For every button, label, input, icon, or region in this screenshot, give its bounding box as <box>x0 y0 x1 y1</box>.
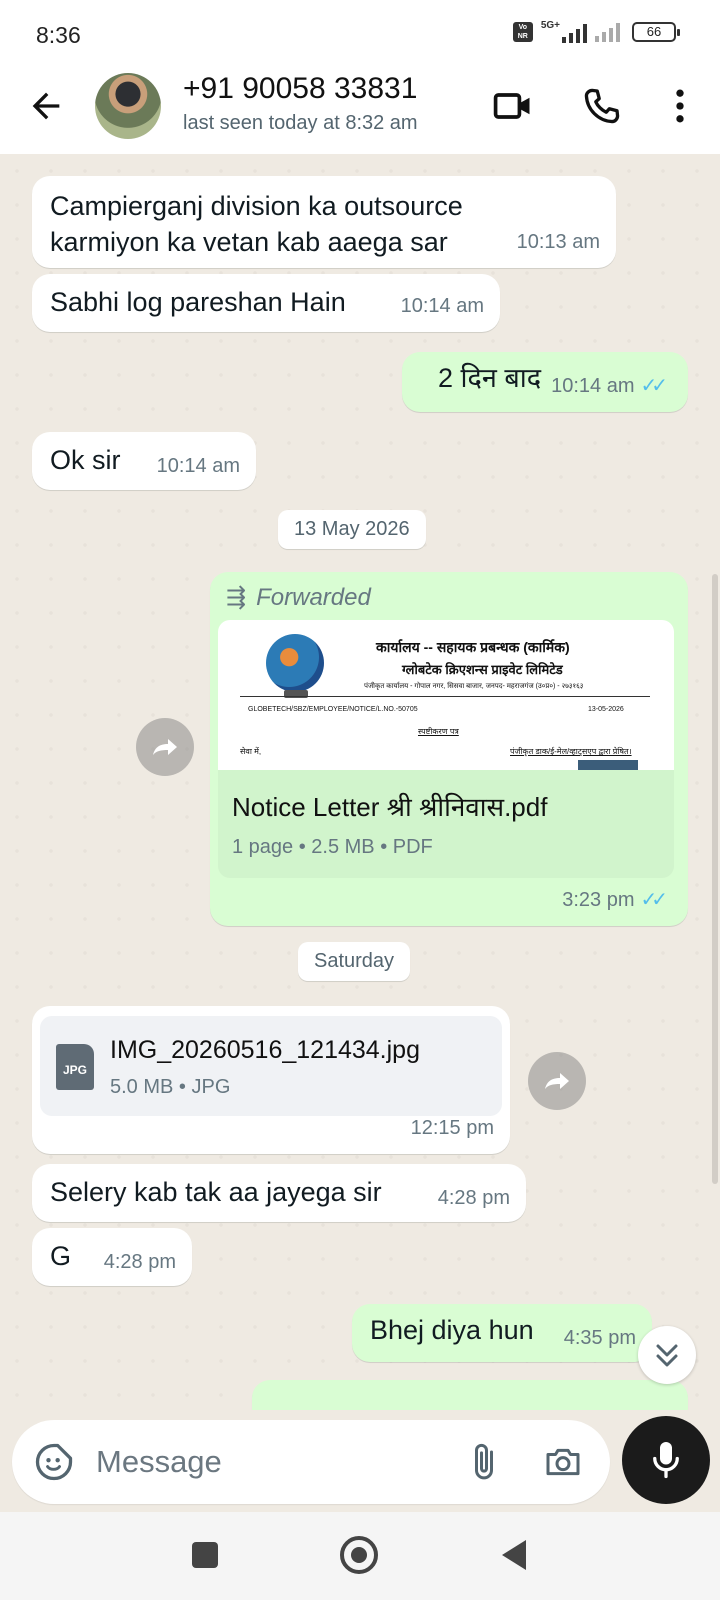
forward-button[interactable] <box>528 1052 586 1110</box>
message-time: 4:28 pm <box>103 1251 176 1273</box>
globe-logo <box>266 634 324 692</box>
preview-address-line: पंजीकृत कार्यालय - गोपाल नगर, सिसवा बाजा… <box>364 683 584 690</box>
preview-subject: स्पष्टीकरण पत्र <box>418 727 459 736</box>
preview-dispatch-line: पंजीकृत डाक/ई-मेल/व्हाट्सएप द्वारा प्रेष… <box>510 747 632 756</box>
status-time: 8:36 <box>36 22 81 48</box>
video-call-icon[interactable] <box>491 84 535 128</box>
message-outgoing[interactable]: 2 दिन बाद 10:14 am ✓✓ <box>402 352 688 412</box>
chevron-double-down-icon <box>656 1344 678 1367</box>
signal-bars-secondary-icon <box>595 22 620 42</box>
preview-date: 13-05-2026 <box>588 706 624 713</box>
document-meta: 1 page • 2.5 MB • PDF <box>232 836 433 858</box>
document-filename: Notice Letter श्री श्रीनिवास.pdf <box>232 792 548 822</box>
message-time: 10:13 am <box>516 231 600 253</box>
double-tick-icon: ✓✓ <box>640 375 667 397</box>
preview-ref-no: GLOBETECH/SBZ/EMPLOYEE/NOTICE/L.NO.-5070… <box>248 706 418 713</box>
mic-icon <box>653 1442 679 1479</box>
message-text: Campierganj division ka outsource karmiy… <box>50 191 463 257</box>
message-incoming[interactable]: Ok sir 10:14 am <box>32 432 256 490</box>
preview-office-line: कार्यालय -- सहायक प्रबन्धक (कार्मिक) <box>376 639 570 655</box>
signal-group: 5G+ <box>541 20 587 43</box>
message-input[interactable]: Message <box>96 1444 222 1480</box>
voice-call-icon[interactable] <box>580 84 624 128</box>
system-navigation-bar <box>0 1512 720 1600</box>
message-text: Selery kab tak aa jayega sir <box>50 1177 382 1207</box>
message-time: 3:23 pm <box>562 889 635 911</box>
system-back-button[interactable] <box>502 1540 526 1570</box>
sticker-icon[interactable] <box>32 1440 76 1484</box>
message-text: G <box>50 1241 72 1271</box>
date-separator: Saturday <box>298 942 411 981</box>
forwarded-label: ⇶ Forwarded <box>226 584 371 611</box>
message-incoming[interactable]: Sabhi log pareshan Hain 10:14 am <box>32 274 500 332</box>
document-preview[interactable]: कार्यालय -- सहायक प्रबन्धक (कार्मिक) ग्ल… <box>218 620 674 770</box>
message-composer[interactable]: Message <box>12 1420 610 1504</box>
contact-last-seen: last seen today at 8:32 am <box>183 112 418 134</box>
contact-avatar[interactable] <box>95 73 161 139</box>
forwarded-icon: ⇶ <box>226 584 247 611</box>
preview-to-line: सेवा में, <box>240 747 262 756</box>
message-footer: 10:14 am ✓✓ <box>551 365 668 404</box>
forward-icon <box>153 739 177 755</box>
message-incoming[interactable]: G 4:28 pm <box>32 1228 192 1286</box>
message-outgoing[interactable]: Bhej diya hun 4:35 pm <box>352 1304 652 1362</box>
message-time: 4:35 pm <box>563 1327 636 1349</box>
document-info[interactable]: Notice Letter श्री श्रीनिवास.pdf 1 page … <box>218 770 674 878</box>
forward-icon <box>545 1073 569 1089</box>
chat-header: +91 90058 33831 last seen today at 8:32 … <box>0 66 720 154</box>
date-separator: 13 May 2026 <box>278 510 426 549</box>
document-meta: 5.0 MB • JPG <box>110 1076 231 1098</box>
message-footer: 3:23 pm ✓✓ <box>562 879 668 918</box>
attach-icon[interactable] <box>464 1440 504 1484</box>
message-outgoing-partial[interactable] <box>252 1380 688 1410</box>
preview-photo <box>578 760 638 770</box>
camera-icon[interactable] <box>542 1442 584 1482</box>
message-text: Bhej diya hun <box>370 1315 534 1345</box>
double-tick-icon: ✓✓ <box>640 889 667 911</box>
forward-button[interactable] <box>136 718 194 776</box>
message-time: 10:14 am <box>551 375 635 397</box>
preview-divider <box>240 696 650 697</box>
document-filename: IMG_20260516_121434.jpg <box>110 1036 420 1064</box>
signal-bars-icon <box>562 23 587 43</box>
message-time: 10:14 am <box>400 295 484 317</box>
message-text: 2 दिन बाद <box>438 363 542 393</box>
message-incoming[interactable]: Campierganj division ka outsource karmiy… <box>32 176 616 268</box>
message-text: Ok sir <box>50 445 121 475</box>
message-text: Sabhi log pareshan Hain <box>50 287 346 317</box>
status-icons: Vo NR 5G+ 66 <box>512 20 680 43</box>
jpg-file-icon: JPG <box>56 1044 94 1090</box>
scroll-to-bottom-button[interactable] <box>638 1326 696 1384</box>
message-time: 10:14 am <box>156 455 240 477</box>
back-arrow-icon[interactable] <box>26 86 66 126</box>
mic-button[interactable] <box>622 1416 710 1504</box>
scrollbar[interactable] <box>712 574 718 1184</box>
home-button[interactable] <box>340 1536 378 1574</box>
message-time: 4:28 pm <box>437 1187 510 1209</box>
preview-company-line: ग्लोबटेक क्रिएशन्स प्राइवेट लिमिटेड <box>402 662 563 677</box>
volte-icon: Vo NR <box>512 21 533 42</box>
status-bar: 8:36 Vo NR 5G+ 66 <box>0 0 720 66</box>
recents-button[interactable] <box>192 1542 218 1568</box>
message-incoming[interactable]: Selery kab tak aa jayega sir 4:28 pm <box>32 1164 526 1222</box>
more-vert-icon[interactable] <box>658 84 702 128</box>
network-type: 5G+ <box>540 20 560 31</box>
chat-messages[interactable]: Campierganj division ka outsource karmiy… <box>0 154 720 1410</box>
document-info[interactable]: JPG IMG_20260516_121434.jpg 5.0 MB • JPG <box>40 1016 502 1116</box>
battery-icon: 66 <box>632 21 680 42</box>
contact-name[interactable]: +91 90058 33831 <box>183 72 417 106</box>
